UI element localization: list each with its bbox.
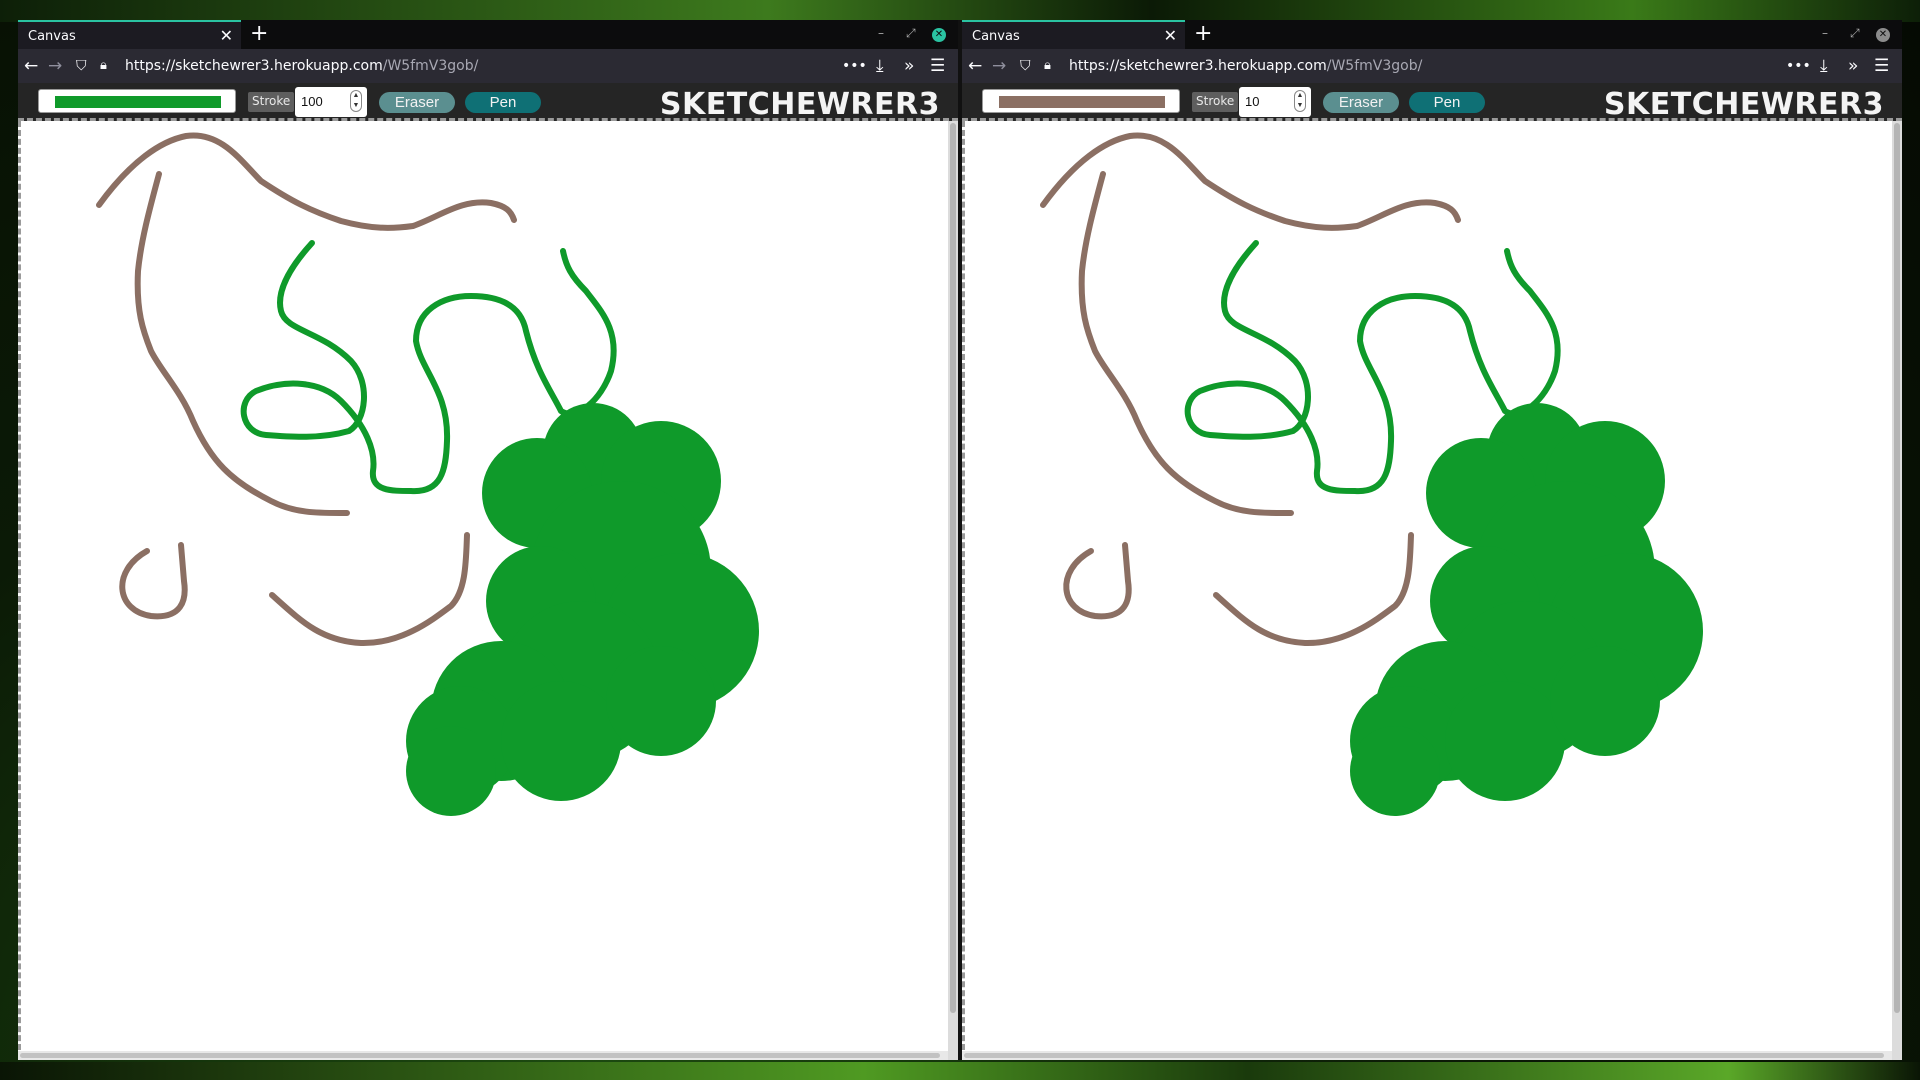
horizontal-scrollbar[interactable] [18, 1051, 948, 1060]
stroke-label: Stroke [1192, 92, 1239, 112]
new-tab-icon[interactable]: + [1194, 22, 1212, 46]
eraser-button[interactable]: Eraser [379, 92, 455, 113]
stroke-input[interactable]: 10 ▲ ▼ [1239, 87, 1311, 117]
scroll-thumb[interactable] [950, 123, 956, 1013]
new-tab-icon[interactable]: + [250, 22, 268, 46]
chevron-double-right-icon[interactable]: » [904, 56, 914, 76]
shield-icon[interactable]: ⛉ [76, 56, 87, 76]
minimize-icon[interactable]: – [878, 26, 884, 40]
hamburger-menu-icon[interactable]: ☰ [930, 56, 945, 76]
brown-stroke-body [1078, 171, 1294, 517]
canvas-drawing [1040, 132, 1703, 816]
lock-icon[interactable]: 🔒︎ [1044, 56, 1051, 76]
download-icon[interactable]: ⤓ [876, 56, 884, 76]
tab-canvas[interactable]: Canvas ✕ [18, 20, 241, 49]
hamburger-menu-icon[interactable]: ☰ [1874, 56, 1889, 76]
stroke-value: 100 [301, 94, 323, 109]
lock-icon[interactable]: 🔒︎ [100, 56, 107, 76]
window-close-icon[interactable]: ✕ [1876, 28, 1890, 42]
browser-window-right: Canvas ✕ + – ⤢ ✕ ← → ⛉ 🔒︎ https://sketch… [962, 20, 1902, 1060]
drawing-canvas[interactable] [18, 121, 948, 1059]
eraser-button[interactable]: Eraser [1323, 92, 1399, 113]
green-filled-blob [406, 403, 759, 816]
url-path: /W5fmV3gob/ [1326, 58, 1423, 74]
brown-stroke-body [134, 171, 350, 517]
green-filled-blob [1350, 403, 1703, 816]
tab-close-icon[interactable]: ✕ [1164, 26, 1177, 45]
desktop-background-bottom [0, 1062, 1920, 1080]
forward-arrow-icon[interactable]: → [48, 56, 62, 76]
app-toolbar: Stroke 100 ▲ ▼ Eraser Pen SKETCHEWRER3 [18, 83, 958, 122]
tab-title: Canvas [972, 29, 1020, 44]
brand-title: SKETCHEWRER3 [659, 87, 940, 122]
canvas-drawing [96, 132, 759, 816]
brand-title: SKETCHEWRER3 [1603, 87, 1884, 122]
back-arrow-icon[interactable]: ← [24, 56, 38, 76]
color-picker[interactable] [982, 89, 1180, 113]
shield-icon[interactable]: ⛉ [1020, 56, 1031, 76]
forward-arrow-icon[interactable]: → [992, 56, 1006, 76]
pen-button[interactable]: Pen [1409, 92, 1485, 113]
chevron-double-right-icon[interactable]: » [1848, 56, 1858, 76]
tab-bar: Canvas ✕ + – ⤢ ✕ [962, 20, 1902, 49]
brown-stroke-curve [269, 532, 470, 647]
navigation-bar: ← → ⛉ 🔒︎ https://sketchewrer3.herokuapp.… [18, 49, 958, 83]
more-dots-icon[interactable]: ••• [842, 56, 867, 76]
brown-stroke-outline [96, 132, 517, 231]
download-icon[interactable]: ⤓ [1820, 56, 1828, 76]
app-toolbar: Stroke 10 ▲ ▼ Eraser Pen SKETCHEWRER3 [962, 83, 1902, 122]
back-arrow-icon[interactable]: ← [968, 56, 982, 76]
restore-icon[interactable]: ⤢ [1850, 26, 1860, 41]
scroll-thumb[interactable] [964, 1053, 1884, 1058]
color-picker[interactable] [38, 89, 236, 113]
minimize-icon[interactable]: – [1822, 26, 1828, 40]
vertical-scrollbar[interactable] [948, 121, 958, 1060]
navigation-bar: ← → ⛉ 🔒︎ https://sketchewrer3.herokuapp.… [962, 49, 1902, 83]
pen-button[interactable]: Pen [465, 92, 541, 113]
browser-window-left: Canvas ✕ + – ⤢ ✕ ← → ⛉ 🔒︎ https://sketch… [18, 20, 958, 1060]
color-swatch [55, 96, 221, 108]
url-bar[interactable]: https://sketchewrer3.herokuapp.com/W5fmV… [125, 58, 478, 74]
horizontal-scrollbar[interactable] [962, 1051, 1892, 1060]
window-close-icon[interactable]: ✕ [932, 28, 946, 42]
tab-bar: Canvas ✕ + – ⤢ ✕ [18, 20, 958, 49]
desktop-background-top [0, 0, 1920, 22]
scroll-thumb[interactable] [20, 1053, 940, 1058]
brown-stroke-hook [1063, 542, 1132, 620]
tab-title: Canvas [28, 29, 76, 44]
brown-stroke-hook [119, 542, 188, 620]
stroke-label: Stroke [248, 92, 295, 112]
brown-stroke-curve [1213, 532, 1414, 647]
drawing-canvas[interactable] [962, 121, 1892, 1059]
url-host: https://sketchewrer3.herokuapp.com [125, 58, 383, 74]
more-dots-icon[interactable]: ••• [1786, 56, 1811, 76]
url-host: https://sketchewrer3.herokuapp.com [1069, 58, 1327, 74]
stroke-spinner[interactable]: ▲ ▼ [350, 90, 362, 112]
scroll-thumb[interactable] [1894, 123, 1900, 1013]
url-path: /W5fmV3gob/ [382, 58, 479, 74]
stroke-spinner[interactable]: ▲ ▼ [1294, 90, 1306, 112]
color-swatch [999, 96, 1165, 108]
restore-icon[interactable]: ⤢ [906, 26, 916, 41]
brown-stroke-outline [1040, 132, 1461, 231]
tab-canvas[interactable]: Canvas ✕ [962, 20, 1185, 49]
stroke-input[interactable]: 100 ▲ ▼ [295, 87, 367, 117]
vertical-scrollbar[interactable] [1892, 121, 1902, 1060]
url-bar[interactable]: https://sketchewrer3.herokuapp.com/W5fmV… [1069, 58, 1422, 74]
stroke-value: 10 [1245, 94, 1260, 109]
tab-close-icon[interactable]: ✕ [220, 26, 233, 45]
